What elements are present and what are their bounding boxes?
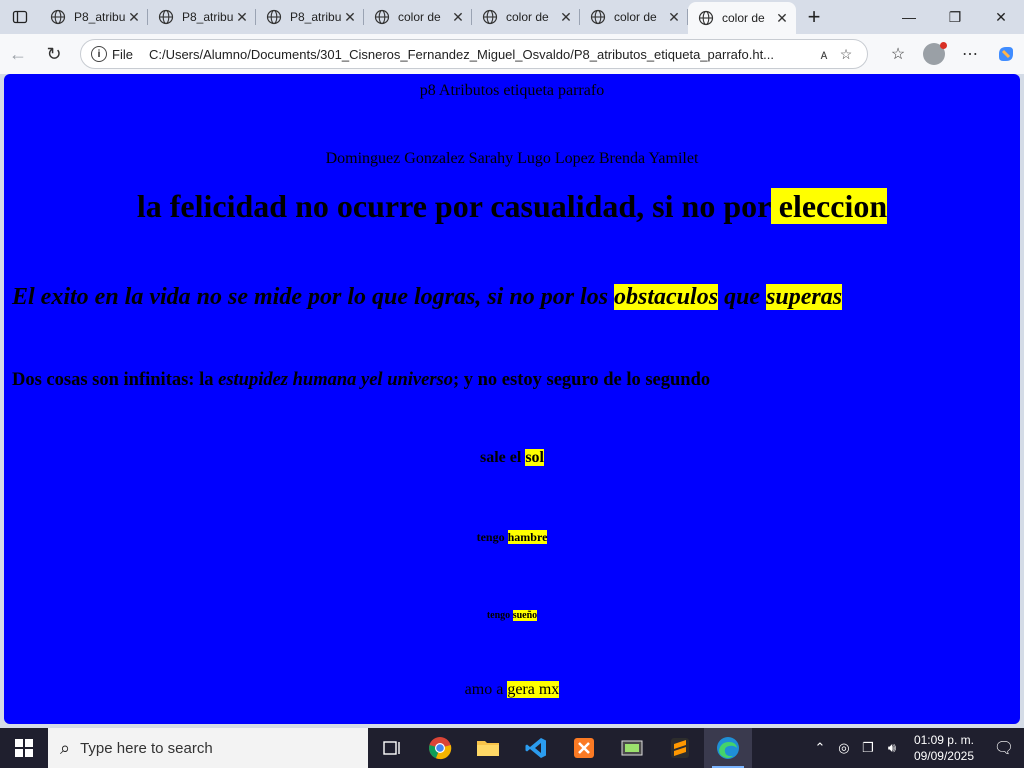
- sublime-text-icon[interactable]: [656, 728, 704, 768]
- globe-icon: [482, 9, 498, 25]
- navigation-bar: ← ↻ i File C:/Users/Alumno/Documents/301…: [0, 34, 1024, 74]
- file-explorer-icon[interactable]: [464, 728, 512, 768]
- vscode-icon[interactable]: [512, 728, 560, 768]
- taskbar-search[interactable]: ⌕ Type here to search: [48, 728, 368, 768]
- line-sol: sale el sol: [4, 449, 1020, 467]
- new-tab-button[interactable]: +: [796, 0, 832, 34]
- clock-date: 09/09/2025: [913, 749, 974, 763]
- highlight-gera: gera mx: [507, 681, 560, 698]
- read-aloud-icon[interactable]: ᴀ: [813, 46, 835, 62]
- browser-tab[interactable]: color de ✕: [688, 2, 796, 34]
- profile-button[interactable]: [916, 42, 952, 65]
- notifications-icon[interactable]: 🗨︎: [984, 738, 1024, 758]
- browser-tab[interactable]: color de ✕: [364, 0, 472, 34]
- favorite-star-icon[interactable]: ☆: [835, 46, 857, 63]
- xampp-icon[interactable]: [560, 728, 608, 768]
- copilot-icon[interactable]: [988, 44, 1024, 64]
- authors-text: Dominguez Gonzalez Sarahy Lugo Lopez Bre…: [325, 150, 699, 167]
- clock[interactable]: 01:09 p. m. 09/09/2025: [904, 732, 984, 764]
- close-window-button[interactable]: ✕: [978, 0, 1024, 34]
- heading-infinitas: Dos cosas son infinitas: la estupidez hu…: [12, 370, 710, 391]
- globe-icon: [50, 9, 66, 25]
- windows-logo-icon: [15, 739, 33, 757]
- task-view-icon[interactable]: [368, 728, 416, 768]
- chevron-up-icon[interactable]: ⌃: [808, 740, 832, 756]
- highlight-eleccion: eleccion: [770, 188, 888, 224]
- globe-icon: [590, 9, 606, 25]
- tab-label: color de: [722, 11, 765, 25]
- tab-label: color de: [398, 10, 441, 24]
- clock-time: 01:09 p. m.: [913, 733, 974, 747]
- line-hambre: tengo hambre: [4, 530, 1020, 545]
- page-title: p8 Atributos etiqueta parrafo: [419, 82, 605, 99]
- line-gera: amo a gera mx: [4, 681, 1020, 699]
- heading-felicidad: la felicidad no ocurre por casualidad, s…: [4, 188, 1020, 225]
- site-info-icon[interactable]: i: [91, 46, 107, 62]
- close-tab-icon[interactable]: ✕: [234, 9, 250, 26]
- browser-tab[interactable]: color de ✕: [580, 0, 688, 34]
- url-text[interactable]: C:/Users/Alumno/Documents/301_Cisneros_F…: [149, 47, 813, 62]
- heading-text: la felicidad no ocurre por casualidad, s…: [136, 188, 771, 224]
- back-button[interactable]: ←: [0, 38, 36, 70]
- globe-icon: [374, 9, 390, 25]
- search-icon: ⌕: [60, 737, 71, 758]
- browser-tab[interactable]: P8_atribu ✕: [256, 0, 364, 34]
- sidebar-icon: [12, 10, 28, 24]
- tab-strip: P8_atribu ✕ P8_atribu ✕ P8_atribu ✕ color de ✕ c…: [0, 0, 1024, 34]
- globe-icon: [158, 9, 174, 25]
- highlight-hambre: hambre: [507, 530, 548, 544]
- minimize-button[interactable]: —: [886, 0, 932, 34]
- italic-text: estupidez humana yel universo: [218, 370, 453, 390]
- close-tab-icon[interactable]: ✕: [774, 10, 790, 27]
- heading-text: Dos cosas son infinitas: la: [12, 370, 219, 390]
- tab-label: P8_atribu: [290, 10, 342, 24]
- tab-actions-button[interactable]: [0, 0, 40, 34]
- webcam-icon[interactable]: ◎: [832, 740, 856, 756]
- highlight-sol: sol: [525, 449, 544, 466]
- reload-button[interactable]: ↻: [36, 38, 72, 70]
- restore-button[interactable]: ❐: [932, 0, 978, 34]
- tab-label: color de: [614, 10, 657, 24]
- tab-label: P8_atribu: [74, 10, 126, 24]
- scheme-label: File: [112, 46, 133, 62]
- volume-icon[interactable]: 🔊︎: [880, 740, 904, 756]
- line-text: tengo: [486, 610, 513, 621]
- heading-text: que: [718, 284, 767, 310]
- network-icon[interactable]: ❐: [856, 740, 880, 756]
- close-tab-icon[interactable]: ✕: [342, 9, 358, 26]
- address-bar[interactable]: i File C:/Users/Alumno/Documents/301_Cis…: [80, 39, 868, 69]
- globe-icon: [266, 9, 282, 25]
- favorites-icon[interactable]: ☆: [880, 44, 916, 64]
- browser-tab[interactable]: P8_atribu ✕: [40, 0, 148, 34]
- tab-label: color de: [506, 10, 549, 24]
- avatar: [923, 42, 947, 65]
- browser-tab[interactable]: color de ✕: [472, 0, 580, 34]
- page-viewport: p8 Atributos etiqueta parrafo Dominguez …: [4, 74, 1020, 724]
- heading-text: El exito en la vida no se mide por lo qu…: [12, 284, 615, 310]
- taskbar: ⌕ Type here to search ⌃ ◎ ❐ 🔊︎ 01:09 p. …: [0, 728, 1024, 768]
- line-text: amo a: [464, 681, 508, 698]
- app-icon[interactable]: [608, 728, 656, 768]
- search-placeholder: Type here to search: [80, 739, 213, 757]
- line-text: tengo: [476, 530, 508, 544]
- edge-icon[interactable]: [704, 728, 752, 768]
- more-menu-icon[interactable]: ⋯: [952, 44, 988, 64]
- browser-tab[interactable]: P8_atribu ✕: [148, 0, 256, 34]
- start-button[interactable]: [0, 728, 48, 768]
- close-tab-icon[interactable]: ✕: [558, 9, 574, 26]
- line-sueno: tengo sueño: [4, 610, 1020, 621]
- highlight-superas: superas: [766, 284, 843, 310]
- globe-icon: [698, 10, 714, 26]
- chrome-icon[interactable]: [416, 728, 464, 768]
- heading-text: ; y no estoy seguro de lo segundo: [452, 370, 711, 390]
- close-tab-icon[interactable]: ✕: [450, 9, 466, 26]
- highlight-sueno: sueño: [512, 610, 538, 621]
- close-tab-icon[interactable]: ✕: [126, 9, 142, 26]
- heading-exito: El exito en la vida no se mide por lo qu…: [12, 284, 843, 311]
- highlight-obstaculos: obstaculos: [614, 284, 719, 310]
- tab-label: P8_atribu: [182, 10, 234, 24]
- line-text: sale el: [480, 449, 526, 466]
- close-tab-icon[interactable]: ✕: [666, 9, 682, 26]
